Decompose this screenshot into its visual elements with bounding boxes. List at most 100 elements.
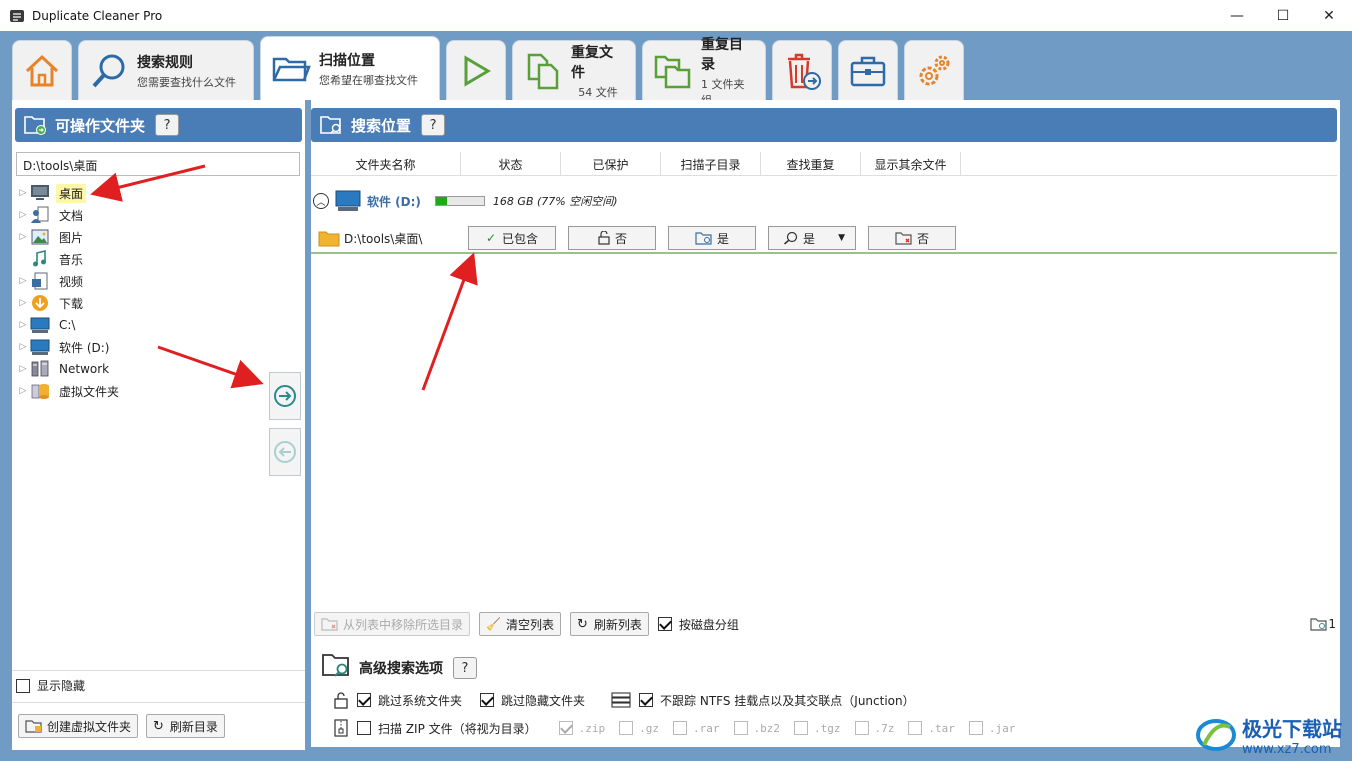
minimize-button[interactable]: — — [1214, 0, 1260, 31]
show-hidden-option[interactable]: 显示隐藏 — [16, 677, 85, 694]
help-button[interactable]: ? — [155, 114, 180, 136]
drive-usage-bar — [434, 196, 485, 206]
ext-jar-checkbox[interactable] — [968, 721, 983, 735]
folder-icon — [318, 231, 340, 247]
show-rest-label: 否 — [916, 231, 929, 246]
scan-zip-label: 扫描 ZIP 文件（将视为目录） — [378, 721, 537, 736]
watermark-url: www.xz7.com — [1242, 742, 1332, 757]
column-find-duplicates[interactable]: 查找重复 — [761, 152, 861, 176]
skip-hidden-label: 跳过隐藏文件夹 — [501, 693, 586, 708]
tree-item-virtual-folder[interactable]: ▷ 虚拟文件夹 — [16, 380, 300, 402]
create-virtual-folder-label: 创建虚拟文件夹 — [47, 719, 132, 734]
folder-x-icon — [895, 232, 912, 245]
tab-tools[interactable] — [838, 40, 898, 100]
expand-icon[interactable]: ▷ — [16, 364, 30, 374]
tree-item-pictures[interactable]: ▷ 图片 — [16, 226, 300, 248]
show-rest-button[interactable]: 否 — [868, 226, 956, 250]
current-path-field[interactable]: D:\tools\桌面 — [16, 152, 300, 176]
search-icon — [784, 231, 798, 245]
refresh-directory-button[interactable]: ↻ 刷新目录 — [146, 714, 225, 738]
tab-duplicate-files[interactable]: 重复文件 54 文件 — [512, 40, 636, 100]
tab-remove[interactable] — [772, 40, 832, 100]
ext-7z-checkbox[interactable] — [854, 721, 869, 735]
expand-icon[interactable]: ▷ — [16, 188, 30, 198]
group-by-disk-label: 按磁盘分组 — [678, 617, 739, 632]
no-ntfs-checkbox[interactable] — [639, 693, 654, 707]
remove-selected-button[interactable]: 从列表中移除所选目录 — [314, 612, 471, 636]
tab-duplicate-folders[interactable]: 重复目录1 文件夹组 — [642, 37, 766, 107]
ext-rar-checkbox[interactable] — [673, 721, 688, 735]
ext-tgz-checkbox[interactable] — [794, 721, 809, 735]
expand-icon[interactable]: ▷ — [16, 342, 30, 352]
ext-label: .bz2 — [753, 721, 781, 735]
create-virtual-folder-button[interactable]: 创建虚拟文件夹 — [18, 714, 139, 738]
help-button[interactable]: ? — [421, 114, 446, 136]
ext-tar-checkbox[interactable] — [908, 721, 923, 735]
expand-icon[interactable]: ▷ — [16, 232, 30, 242]
tab-home[interactable] — [12, 40, 72, 100]
tab-run[interactable] — [446, 40, 506, 100]
skip-system-checkbox[interactable] — [357, 693, 371, 707]
ext-label: .jar — [988, 721, 1016, 735]
clear-list-button[interactable]: 🧹 清空列表 — [479, 612, 561, 636]
tab-settings[interactable] — [904, 40, 964, 100]
refresh-icon: ↻ — [153, 718, 164, 734]
protected-button[interactable]: 否 — [568, 226, 656, 250]
video-icon — [30, 272, 50, 290]
tab-scan-location[interactable]: 扫描位置 您希望在哪查找文件 — [260, 36, 440, 100]
tree-item-downloads[interactable]: ▷ 下载 — [16, 292, 300, 314]
watermark: 极光下载站 www.xz7.com — [1194, 713, 1342, 757]
ext-bz2-checkbox[interactable] — [733, 721, 748, 735]
table-row[interactable]: D:\tools\桌面\ ✓ 已包含 否 是 是 ▼ 否 — [311, 224, 1337, 254]
home-icon — [25, 54, 59, 86]
tree-item-desktop[interactable]: ▷ 桌面 — [16, 182, 300, 204]
ext-gz-checkbox[interactable] — [619, 721, 634, 735]
refresh-list-button[interactable]: ↻ 刷新列表 — [569, 612, 649, 636]
tab-search-rules[interactable]: 搜索规则 您需要查找什么文件 — [78, 40, 254, 100]
status-label: 已包含 — [502, 231, 539, 246]
status-button[interactable]: ✓ 已包含 — [468, 226, 556, 250]
expand-icon[interactable]: ▷ — [16, 276, 30, 286]
refresh-list-label: 刷新列表 — [593, 617, 642, 632]
play-icon — [464, 54, 491, 87]
tree-item-documents[interactable]: ▷ 文档 — [16, 204, 300, 226]
left-panel-header: 可操作文件夹 ? — [15, 108, 302, 142]
find-duplicates-dropdown[interactable]: 是 ▼ — [768, 226, 856, 250]
tree-item-network[interactable]: ▷ Network — [16, 358, 300, 380]
column-show-rest[interactable]: 显示其余文件 — [861, 152, 961, 176]
ext-zip-checkbox[interactable] — [558, 721, 573, 735]
ext-label: .7z — [874, 721, 895, 735]
column-folder-name[interactable]: 文件夹名称 — [311, 152, 461, 176]
scan-subdirs-button[interactable]: 是 — [668, 226, 756, 250]
network-icon — [30, 360, 50, 378]
close-button[interactable]: ✕ — [1306, 0, 1352, 31]
add-folder-button[interactable] — [269, 372, 301, 420]
advanced-title-label: 高级搜索选项 — [359, 661, 443, 677]
group-by-disk-checkbox[interactable] — [657, 617, 672, 631]
tree-item-label: 桌面 — [56, 183, 87, 203]
right-panel-header: 搜索位置 ? — [311, 108, 1337, 142]
maximize-button[interactable]: ☐ — [1260, 0, 1306, 31]
collapse-icon[interactable]: ︿ — [313, 193, 329, 209]
column-protected[interactable]: 已保护 — [561, 152, 661, 176]
scan-zip-checkbox[interactable] — [357, 721, 371, 735]
expand-icon[interactable]: ▷ — [16, 320, 30, 330]
arrow-left-circle-icon — [274, 441, 296, 463]
help-button[interactable]: ? — [453, 657, 477, 679]
drive-free-space: 168 GB (77% 空闲空间) — [492, 195, 618, 208]
column-headers: 文件夹名称 状态 已保护 扫描子目录 查找重复 显示其余文件 — [311, 152, 1337, 176]
expand-icon[interactable]: ▷ — [16, 386, 30, 396]
tree-item-c-drive[interactable]: ▷ C:\ — [16, 314, 300, 336]
expand-icon[interactable]: ▷ — [16, 298, 30, 308]
show-hidden-checkbox[interactable] — [16, 678, 30, 693]
column-scan-subdirs[interactable]: 扫描子目录 — [661, 152, 761, 176]
remove-folder-button[interactable] — [269, 428, 301, 476]
skip-hidden-checkbox[interactable] — [480, 693, 495, 707]
expand-icon[interactable]: ▷ — [16, 210, 30, 220]
tree-item-music[interactable]: 音乐 — [16, 248, 300, 270]
tree-item-d-drive[interactable]: ▷ 软件 (D:) — [16, 336, 300, 358]
tree-item-videos[interactable]: ▷ 视频 — [16, 270, 300, 292]
column-status[interactable]: 状态 — [461, 152, 561, 176]
folder-search-icon — [1310, 618, 1327, 631]
watermark-title: 极光下载站 — [1242, 717, 1342, 741]
